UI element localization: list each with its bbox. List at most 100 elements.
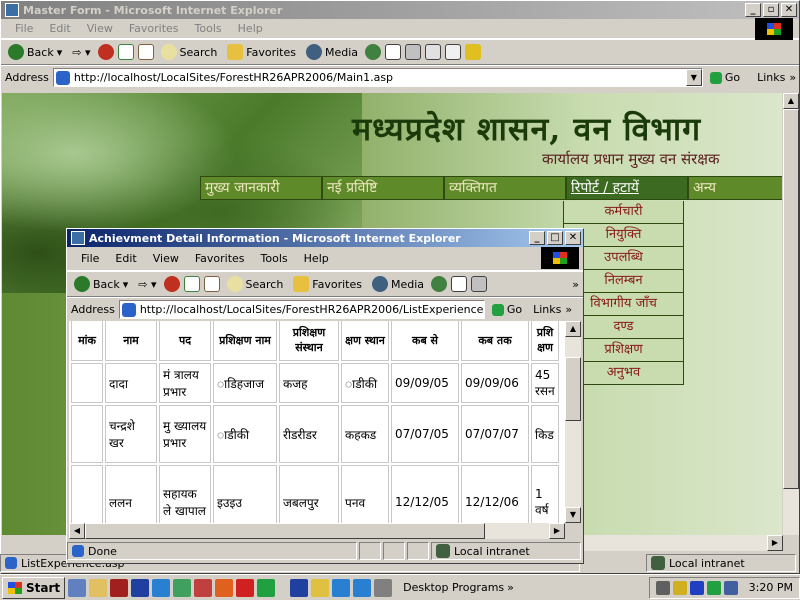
app3-icon[interactable] (236, 578, 255, 597)
popup-minimize-button[interactable]: _ (529, 231, 545, 245)
popup-forward-button[interactable]: ⇨ ▾ (135, 278, 159, 291)
scroll-up-button[interactable]: ▲ (783, 93, 799, 109)
popup-hscroll-thumb[interactable] (85, 523, 485, 539)
popup-vertical-scrollbar[interactable]: ▲ ▼ (565, 321, 581, 523)
home-icon[interactable] (137, 44, 154, 60)
popup-menu-edit[interactable]: Edit (107, 252, 144, 265)
back-arrow-icon (8, 44, 24, 60)
nav-report-delete[interactable]: रिपोर्ट / हटायें (566, 176, 688, 200)
search-button[interactable]: Search (158, 44, 221, 60)
popup-menu-help[interactable]: Help (296, 252, 337, 265)
nav-other[interactable]: अन्य (688, 176, 782, 200)
popup-scroll-left-button[interactable]: ◀ (69, 523, 85, 539)
go-button[interactable]: Go (707, 71, 743, 84)
popup-menu-favorites[interactable]: Favorites (187, 252, 253, 265)
menu-file[interactable]: File (7, 22, 41, 35)
print-icon[interactable] (405, 44, 422, 60)
refresh-icon[interactable] (183, 276, 200, 292)
popup-go-button[interactable]: Go (489, 303, 525, 316)
mail-icon[interactable] (451, 276, 468, 292)
history-icon[interactable] (365, 44, 382, 60)
main-horizontal-scrollbar[interactable]: ▶ (584, 535, 783, 551)
tray-icon-4[interactable] (723, 580, 738, 595)
address-input[interactable]: http://localhost/LocalSites/ForestHR26AP… (52, 68, 703, 87)
popup-title-bar[interactable]: Achievment Detail Information - Microsof… (67, 229, 583, 247)
address-dropdown-button[interactable]: ▼ (685, 69, 702, 86)
mail-icon[interactable] (385, 44, 402, 60)
explorer-icon[interactable] (89, 578, 108, 597)
discuss-icon[interactable] (445, 44, 462, 60)
popup-status-zone: Local intranet (431, 542, 581, 560)
taskbar-ie-2-icon[interactable] (353, 578, 372, 597)
main-status-zone: Local intranet (646, 554, 796, 572)
popup-links-button[interactable]: Links (529, 303, 561, 316)
popup-media-button[interactable]: Media (369, 276, 427, 292)
start-button[interactable]: Start (2, 576, 66, 599)
popup-maximize-button[interactable]: □ (547, 231, 563, 245)
popup-menu-view[interactable]: View (145, 252, 187, 265)
popup-address-input[interactable]: http://localhost/LocalSites/ForestHR26AP… (118, 300, 485, 319)
main-vertical-scrollbar[interactable]: ▲ (783, 93, 799, 535)
volume-icon[interactable] (655, 580, 670, 595)
tray-icon-3[interactable] (706, 580, 721, 595)
show-desktop-icon[interactable] (68, 578, 87, 597)
home-icon[interactable] (203, 276, 220, 292)
tray-icon-2[interactable] (689, 580, 704, 595)
popup-scroll-thumb[interactable] (565, 357, 581, 421)
nav-new-entry[interactable]: नई प्रविष्टि (322, 176, 444, 200)
popup-favorites-button[interactable]: Favorites (290, 276, 365, 292)
edit-icon[interactable] (425, 44, 442, 60)
menu-help[interactable]: Help (230, 22, 271, 35)
messenger-icon[interactable] (465, 44, 482, 60)
desktop-programs-toolbar[interactable]: Desktop Programs (403, 581, 504, 594)
stop-icon[interactable] (97, 44, 114, 60)
scroll-thumb[interactable] (783, 109, 799, 489)
main-title-bar[interactable]: Master Form - Microsoft Internet Explore… (1, 1, 799, 19)
menu-tools[interactable]: Tools (187, 22, 230, 35)
popup-scroll-up-button[interactable]: ▲ (565, 321, 581, 337)
clock[interactable]: 3:20 PM (749, 581, 793, 594)
nav-main-info[interactable]: मुख्य जानकारी (200, 176, 322, 200)
restore-button[interactable]: ▫ (763, 3, 779, 17)
taskbar-ie-1-icon[interactable] (332, 578, 351, 597)
nav-personal[interactable]: व्यक्तिगत (444, 176, 566, 200)
popup-menu-tools[interactable]: Tools (253, 252, 296, 265)
popup-scroll-track[interactable] (565, 337, 581, 357)
media-button[interactable]: Media (303, 44, 361, 60)
app2-icon[interactable] (215, 578, 234, 597)
history-icon[interactable] (431, 276, 448, 292)
popup-menu-file[interactable]: File (73, 252, 107, 265)
app4-icon[interactable] (257, 578, 276, 597)
app-icon[interactable] (173, 578, 192, 597)
popup-close-button[interactable]: ✕ (565, 231, 581, 245)
word-icon[interactable] (290, 578, 309, 597)
close-button[interactable]: ✕ (781, 3, 797, 17)
favorites-button[interactable]: Favorites (224, 44, 299, 60)
table-cell: 12/12/06 (461, 465, 529, 523)
scroll-right-button[interactable]: ▶ (767, 535, 783, 551)
info-icon[interactable] (131, 578, 150, 597)
forward-button[interactable]: ⇨ ▾ (69, 46, 93, 59)
print-icon[interactable] (471, 276, 488, 292)
ie-icon[interactable] (152, 578, 171, 597)
stop-icon[interactable] (163, 276, 180, 292)
links-button[interactable]: Links (747, 71, 785, 84)
refresh-icon[interactable] (117, 44, 134, 60)
popup-search-button[interactable]: Search (224, 276, 287, 292)
media-player-icon[interactable] (194, 578, 213, 597)
popup-scroll-down-button[interactable]: ▼ (565, 507, 581, 523)
popup-horizontal-scrollbar[interactable]: ◀ ▶ (69, 523, 565, 539)
menu-favorites[interactable]: Favorites (121, 22, 187, 35)
minimize-button[interactable]: _ (745, 3, 761, 17)
menu-edit[interactable]: Edit (41, 22, 78, 35)
popup-back-button[interactable]: Back ▾ (71, 276, 131, 292)
back-button[interactable]: Back ▾ (5, 44, 65, 60)
menu-view[interactable]: View (79, 22, 121, 35)
popup-scroll-right-button[interactable]: ▶ (549, 523, 565, 539)
folder-icon[interactable] (311, 578, 330, 597)
reader-icon[interactable] (110, 578, 129, 597)
tray-icon-1[interactable] (672, 580, 687, 595)
taskbar-app-icon[interactable] (374, 578, 393, 597)
submenu-employee[interactable]: कर्मचारी (563, 201, 684, 224)
table-header-row: मांक नाम पद प्रशिक्षण नाम प्रशिक्षण संस्… (71, 321, 559, 361)
